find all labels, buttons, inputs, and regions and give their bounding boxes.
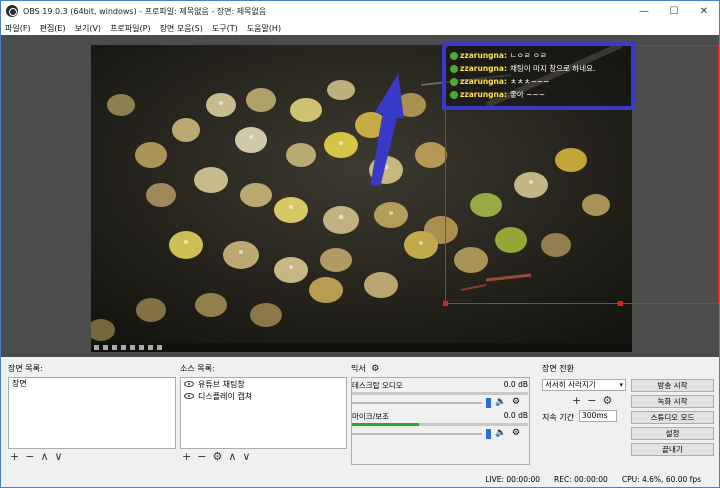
mixer-channel-mic: 마이크/보조 0.0 dB 🔈 ⚙ [352,411,528,439]
channel-db: 0.0 dB [503,411,528,420]
gear-icon[interactable]: ⚙ [212,450,222,463]
move-up-icon[interactable]: ∧ [228,450,236,463]
slider-handle[interactable] [486,429,491,439]
transition-label: 장면 전환 [542,364,574,373]
avatar [450,64,458,73]
sources-list[interactable]: 유튜브 채팅창 디스플레이 캡쳐 [180,377,347,449]
remove-scene-button[interactable]: − [25,450,34,463]
gear-icon[interactable]: ⚙ [512,428,520,438]
transition-toolbar: + − ⚙ [572,394,618,407]
channel-db: 0.0 dB [503,380,528,389]
eye-icon[interactable] [184,381,194,387]
chat-message: 좋아 ~~~ [509,90,545,99]
list-item[interactable]: 장면 [9,378,175,390]
volume-slider[interactable]: 🔈 ⚙ [352,397,528,408]
volume-meter [352,423,528,426]
remove-transition-button[interactable]: − [587,394,596,407]
source-label: 유튜브 채팅창 [198,379,245,389]
studio-mode-button[interactable]: 스튜디오 모드 [631,411,714,424]
window-title: OBS 19.0.3 (64bit, windows) - 프로파일: 제목없음… [23,6,267,16]
move-down-icon[interactable]: ∨ [242,450,250,463]
status-bar: LIVE: 00:00:00 REC: 00:00:00 CPU: 4.6%, … [1,472,719,487]
menu-view[interactable]: 보기(V) [75,23,101,34]
move-up-icon[interactable]: ∧ [40,450,48,463]
menu-tools[interactable]: 도구(T) [212,23,238,34]
menu-bar: 파일(F) 편집(E) 보기(V) 프로파일(P) 장면 모음(S) 도구(T)… [1,21,719,35]
taskbar-app-icon [103,345,108,350]
mixer-title: 믹서 [351,364,366,373]
slider-handle[interactable] [486,398,491,408]
move-down-icon[interactable]: ∨ [55,450,63,463]
menu-edit[interactable]: 편집(E) [40,23,66,34]
speaker-icon[interactable]: 🔈 [495,428,506,438]
list-item[interactable]: 유튜브 채팅창 [181,378,346,390]
add-source-button[interactable]: + [182,450,191,463]
taskbar-app-icon [121,345,126,350]
obs-logo-icon [6,5,18,17]
menu-file[interactable]: 파일(F) [5,23,31,34]
start-streaming-button[interactable]: 방송 시작 [631,379,714,392]
chat-username: zzarungna: [460,64,507,73]
obs-window: OBS 19.0.3 (64bit, windows) - 프로파일: 제목없음… [0,0,720,488]
chat-message: ㅊㅊㅊ~~~ [509,77,550,86]
taskbar-app-icon [139,345,144,350]
menu-help[interactable]: 도움말(H) [247,23,281,34]
duration-input[interactable]: 300ms [579,410,617,422]
chat-message: 채팅이 마지 창으로 하네요. [509,64,596,73]
title-bar: OBS 19.0.3 (64bit, windows) - 프로파일: 제목없음… [1,1,719,21]
mixer-label: 믹서 ⚙ [351,363,379,374]
exit-button[interactable]: 끝내기 [631,443,714,456]
volume-slider[interactable]: 🔈 ⚙ [352,428,528,439]
windows-start-icon [94,345,99,350]
gear-icon[interactable]: ⚙ [602,394,612,407]
avatar [450,51,458,60]
close-button[interactable]: ✕ [689,1,719,21]
chat-message: ㄴㅇㄹ ㅇㄹ [509,51,547,60]
chat-username: zzarungna: [460,77,507,86]
chat-line: zzarungna: ㅊㅊㅊ~~~ [450,75,627,88]
chat-overlay[interactable]: zzarungna: ㄴㅇㄹ ㅇㄹ zzarungna: 채팅이 마지 창으로 … [442,42,635,110]
duration-label: 지속 기간 [542,413,574,422]
maximize-button[interactable]: ☐ [659,1,689,21]
minimize-button[interactable]: — [629,1,659,21]
avatar [450,90,458,99]
start-recording-button[interactable]: 녹화 시작 [631,395,714,408]
menu-profile[interactable]: 프로파일(P) [110,23,151,34]
live-timer: LIVE: 00:00:00 [485,475,541,484]
channel-name: 마이크/보조 [352,412,390,421]
list-item[interactable]: 디스플레이 캡쳐 [181,390,346,402]
preview-taskbar [91,343,632,352]
scenes-list[interactable]: 장면 [8,377,176,449]
taskbar-app-icon [112,345,117,350]
mixer-channel-desktop: 데스크탑 오디오 0.0 dB 🔈 ⚙ [352,380,528,408]
scenes-label: 장면 목록: [8,364,43,373]
taskbar-app-icon [130,345,135,350]
taskbar-app-icon [148,345,153,350]
chat-line: zzarungna: 채팅이 마지 창으로 하네요. [450,62,627,75]
add-scene-button[interactable]: + [10,450,19,463]
scenes-toolbar: + − ∧ ∨ [10,450,69,463]
chat-line: zzarungna: ㄴㅇㄹ ㅇㄹ [450,49,627,62]
sources-label: 소스 목록: [180,364,215,373]
cpu-status: CPU: 4.6%, 60.00 fps [621,475,701,484]
remove-source-button[interactable]: − [197,450,206,463]
settings-button[interactable]: 설정 [631,427,714,440]
chat-line: zzarungna: 좋아 ~~~ [450,88,627,101]
gear-icon[interactable]: ⚙ [371,364,379,374]
transition-select[interactable]: 서서히 사라지기 [542,379,626,391]
channel-name: 데스크탑 오디오 [352,381,403,390]
rec-timer: REC: 00:00:00 [554,475,608,484]
source-label: 디스플레이 캡쳐 [198,391,253,401]
taskbar-app-icon [157,345,162,350]
volume-meter [352,392,528,395]
chat-username: zzarungna: [460,90,507,99]
eye-icon[interactable] [184,393,194,399]
menu-scene-collection[interactable]: 장면 모음(S) [160,23,203,34]
chat-username: zzarungna: [460,51,507,60]
add-transition-button[interactable]: + [572,394,581,407]
avatar [450,77,458,86]
sources-toolbar: + − ⚙ ∧ ∨ [182,450,256,463]
speaker-icon[interactable]: 🔈 [495,397,506,407]
gear-icon[interactable]: ⚙ [512,397,520,407]
